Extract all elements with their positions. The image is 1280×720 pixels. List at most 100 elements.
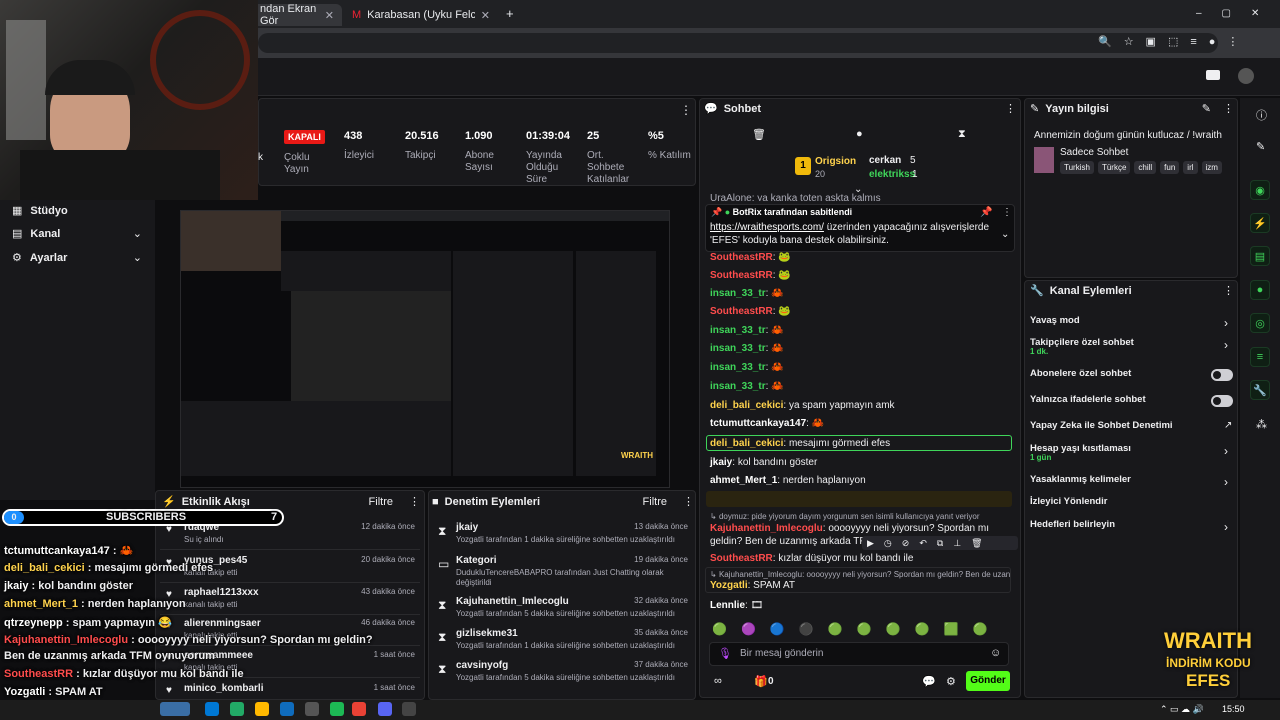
chevron-right-icon[interactable]: › (1224, 520, 1228, 534)
chevron-right-icon[interactable]: › (1224, 444, 1228, 458)
event-user[interactable]: minico_kombarli (184, 683, 263, 694)
tag[interactable]: irl (1183, 161, 1198, 174)
moderation-target[interactable]: jkaiy (456, 522, 478, 533)
edit-icon[interactable]: ✎ (1202, 102, 1211, 115)
nav-item-channel[interactable]: ▤ Kanal ⌄ (12, 227, 142, 241)
chat-username[interactable]: insan_33_tr (710, 288, 766, 299)
external-link-icon[interactable]: ↗ (1224, 420, 1232, 431)
chat-username[interactable]: SoutheastRR (710, 270, 773, 281)
more-icon[interactable]: ⋮ (1002, 207, 1012, 218)
windows-icon[interactable] (205, 702, 219, 716)
plugin-icon[interactable]: ⁂ (1256, 418, 1267, 431)
search-icon[interactable] (160, 702, 190, 716)
chat-username[interactable]: SoutheastRR (710, 553, 773, 564)
gear-icon[interactable]: ⚙ (946, 675, 956, 688)
chat-username[interactable]: SoutheastRR (710, 306, 773, 317)
gift-icon[interactable]: 🎁 (754, 675, 768, 688)
more-icon[interactable]: ⋮ (683, 495, 694, 508)
browser-tab[interactable]: M Karabasan (Uyku Felci) Nedir? ✕ (344, 4, 498, 26)
tag[interactable]: fun (1160, 161, 1180, 174)
emote-row[interactable]: 🟢 🟣 🔵 ⚫ 🟢 🟢 🟢 🟢 🟩 🟢 (712, 622, 988, 636)
moderation-target[interactable]: gizlisekme31 (456, 628, 518, 639)
chat-username[interactable]: insan_33_tr (710, 325, 766, 336)
channel-action-label[interactable]: Yasaklanmış kelimeler (1030, 474, 1131, 485)
edge-icon[interactable] (230, 702, 244, 716)
chat-username[interactable]: ahmet_Mert_1 (710, 475, 777, 486)
store-icon[interactable] (305, 702, 319, 716)
clock-icon[interactable]: ◷ (884, 538, 892, 549)
browser-toolbar-icons[interactable]: 🔍☆▣⬚≡●⋮ (1098, 35, 1250, 48)
channel-action-label[interactable]: Yavaş mod (1030, 315, 1080, 326)
moderation-target[interactable]: Kajuhanettin_Imlecoglu (456, 596, 569, 607)
emote-icon[interactable]: 🟢 (828, 622, 843, 636)
chat-settings-icon[interactable]: 💬 (922, 675, 936, 688)
pin-icon[interactable]: 📌 (980, 207, 992, 218)
broadcast-icon[interactable]: ◎ (1250, 313, 1270, 333)
obs-icon[interactable] (402, 702, 416, 716)
chat-username[interactable]: Lennlie (710, 600, 745, 611)
window-controls[interactable]: –▢✕ (1196, 8, 1279, 19)
chevron-right-icon[interactable]: › (1224, 338, 1228, 352)
address-input[interactable] (258, 33, 1218, 53)
chat-username[interactable]: jkaiy (710, 457, 732, 468)
wrench-icon[interactable]: 🔧 (1250, 380, 1270, 400)
close-icon[interactable]: ✕ (481, 9, 490, 22)
chat-username[interactable]: tctumuttcankaya147 (710, 418, 806, 429)
more-icon[interactable]: ⋮ (1223, 102, 1234, 115)
moderation-target[interactable]: Kategori (456, 555, 497, 566)
emote-icon[interactable]: 🔵 (770, 622, 785, 636)
hourglass-icon[interactable]: ⧗ (958, 128, 966, 141)
nav-item-studio[interactable]: ▦ Stüdyo (12, 204, 68, 218)
browser-tab[interactable]: ndan Ekran Gör ✕ (252, 3, 342, 27)
avatar[interactable] (1238, 68, 1254, 84)
emote-icon[interactable]: 🟩 (944, 622, 959, 636)
nav-item-settings[interactable]: ⚙ Ayarlar ⌄ (12, 251, 142, 265)
channel-action-label[interactable]: Yalnızca ifadelerle sohbet (1030, 394, 1146, 405)
camera-icon[interactable]: ◉ (1250, 180, 1270, 200)
send-button[interactable]: Gönder (966, 671, 1010, 691)
channel-action-label[interactable]: Hedefleri belirleyin (1030, 519, 1115, 530)
chat-username[interactable]: insan_33_tr (710, 362, 766, 373)
toggle-switch[interactable] (1211, 395, 1233, 407)
info-icon[interactable]: ⓘ (1256, 107, 1267, 123)
emote-icon[interactable]: 🟢 (973, 622, 988, 636)
moderation-target[interactable]: cavsinyofg (456, 660, 508, 671)
chat-icon[interactable]: ● (1250, 280, 1270, 300)
stream-preview[interactable]: WRAITH (180, 210, 670, 488)
filter-button[interactable]: Filtre (643, 496, 667, 508)
event-user[interactable]: alierenmingsaer (184, 618, 261, 629)
toggle-switch[interactable] (1211, 369, 1233, 381)
chat-username[interactable]: Kajuhanettin_Imlecoglu (710, 523, 823, 534)
channel-action-label[interactable]: Abonelere özel sohbet (1030, 368, 1131, 379)
pencil-icon[interactable]: ✎ (1256, 140, 1265, 153)
chrome-icon[interactable] (352, 702, 366, 716)
reply-icon[interactable]: ↶ (919, 538, 927, 549)
pin-icon[interactable]: ⊥ (953, 538, 961, 549)
slash-icon[interactable]: ⊘ (902, 538, 910, 549)
chevron-right-icon[interactable]: › (1224, 316, 1228, 330)
chevron-right-icon[interactable]: › (1224, 475, 1228, 489)
microphone-icon[interactable]: 🎙 (718, 647, 732, 660)
message-actions[interactable]: ▶ ◷ ⊘ ↶ ⧉ ⊥ 🗑 (862, 536, 1018, 550)
cast-icon[interactable] (1206, 70, 1220, 80)
tag[interactable]: chill (1134, 161, 1157, 174)
pinned-link[interactable]: https://wraithesports.com/ (710, 222, 824, 233)
chat-username[interactable]: SoutheastRR (710, 252, 773, 263)
event-user[interactable]: raphael1213xxx (184, 587, 259, 598)
channel-action-label[interactable]: İzleyici Yönlendir (1030, 496, 1107, 507)
emote-icon[interactable]: 🟢 (712, 622, 727, 636)
close-icon[interactable]: ✕ (325, 9, 334, 22)
trash-icon[interactable]: 🗑 (971, 538, 982, 549)
emote-icon[interactable]: 🟢 (915, 622, 930, 636)
filter-button[interactable]: Filtre (369, 496, 393, 508)
tag[interactable]: Türkçe (1097, 161, 1131, 174)
emoji-icon[interactable]: ☺ (990, 647, 1001, 659)
tag[interactable]: izm (1201, 161, 1222, 174)
copy-icon[interactable]: ⧉ (937, 538, 943, 549)
bolt-icon[interactable]: ⚡ (1250, 213, 1270, 233)
play-icon[interactable]: ▶ (867, 538, 874, 549)
trash-icon[interactable]: 🗑 (752, 128, 766, 141)
new-tab-button[interactable]: + (506, 6, 514, 21)
spotify-icon[interactable] (330, 702, 344, 716)
more-icon[interactable]: ⋮ (1223, 284, 1234, 297)
